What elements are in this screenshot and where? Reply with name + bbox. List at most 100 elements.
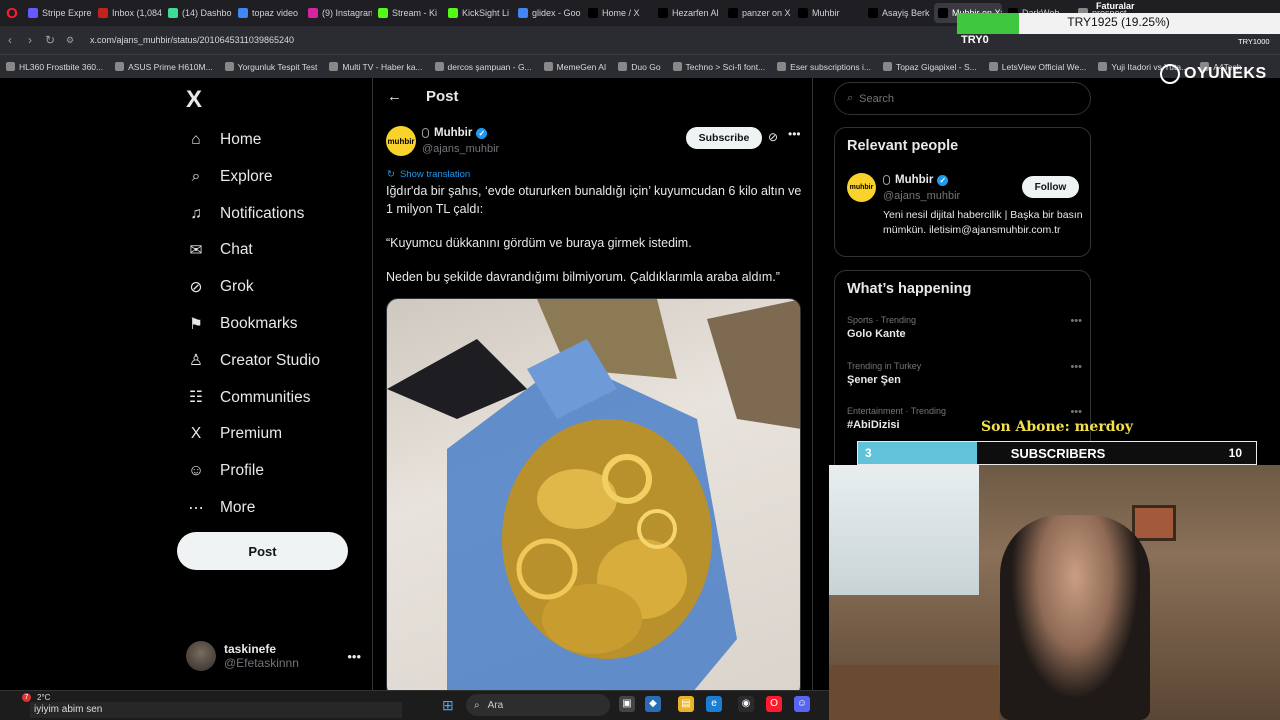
tab-label: Muhbir <box>812 8 840 18</box>
tab-favicon-icon <box>448 8 458 18</box>
browser-tab[interactable]: Inbox (1,084 <box>94 3 162 23</box>
nav-item-communities[interactable]: ☷ Communities <box>186 383 310 413</box>
bookmark-item[interactable]: dercos şampuan - G... <box>434 62 532 72</box>
bookmark-item[interactable]: ASUS Prime H610M... <box>115 62 213 72</box>
nav-item-more[interactable]: ⋯ More <box>186 493 255 523</box>
faturalar-label: Faturalar <box>1096 1 1135 11</box>
oyuneks-logo: OYUNEKS <box>1160 64 1267 84</box>
trend-item[interactable]: Trending in Turkey Şener Şen ••• <box>847 361 1082 386</box>
browser-tab[interactable]: Stripe Expre <box>24 3 92 23</box>
more-dots-icon[interactable]: ••• <box>1070 406 1082 418</box>
bookmark-label: MemeGen AI <box>556 61 607 72</box>
browser-tab[interactable]: (9) Instagran <box>304 3 372 23</box>
browser-tab[interactable]: Hezarfen Al <box>654 3 722 23</box>
edge-icon[interactable]: e <box>706 696 722 712</box>
back-icon[interactable]: ‹ <box>0 33 20 47</box>
left-navigation: X ⌂ Home ⌕ Explore ♫ Notifications ✉ Chat ⊘ Grok ⚑… <box>176 78 366 690</box>
author-name: Muhbir <box>434 127 473 139</box>
trend-item[interactable]: Sports · Trending Golo Kante ••• <box>847 315 1082 340</box>
bookmark-favicon-icon <box>1098 62 1108 71</box>
windows-start-icon[interactable]: ⊞ <box>442 697 454 714</box>
site-info-icon[interactable]: ⚙ <box>60 35 80 46</box>
back-arrow-icon[interactable]: ← <box>387 88 402 105</box>
nav-item-profile[interactable]: ☺ Profile <box>186 456 264 486</box>
bookmark-item[interactable]: Techno > Sci-fi font... <box>672 62 765 72</box>
url-field[interactable]: x.com/ajans_muhbir/status/20106453110398… <box>90 35 294 45</box>
discord-icon[interactable]: ☺ <box>794 696 810 712</box>
subscribe-button[interactable]: Subscribe <box>686 127 762 149</box>
task-view-icon[interactable]: ▣ <box>619 696 635 712</box>
follow-button[interactable]: Follow <box>1022 176 1079 198</box>
webcam-wall-picture <box>1132 505 1176 541</box>
browser-tab[interactable]: topaz video <box>234 3 302 23</box>
post-paragraph: “Kuyumcu dükkanını gördüm ve buraya girm… <box>386 236 692 250</box>
whats-happening-title: What’s happening <box>847 281 972 297</box>
show-translation-link[interactable]: ↻ Show translation <box>387 169 470 180</box>
author-avatar[interactable]: muhbir <box>386 126 416 156</box>
nav-item-premium[interactable]: X Premium <box>186 419 282 449</box>
opera-logo-icon[interactable]: O <box>0 0 24 26</box>
grok-icon[interactable]: ⊘ <box>768 130 778 144</box>
file-explorer-icon[interactable]: ▤ <box>678 696 694 712</box>
person-bio: Yeni nesil dijital habercilik | Başka bi… <box>883 209 1083 236</box>
search-box[interactable]: ⌕ <box>834 82 1091 115</box>
browser-tab[interactable]: KickSight Li <box>444 3 512 23</box>
browser-tab[interactable]: (14) Dashbo <box>164 3 232 23</box>
browser-tab[interactable]: Muhbir <box>794 3 862 23</box>
tab-favicon-icon <box>28 8 38 18</box>
browser-tab[interactable]: Home / X <box>584 3 652 23</box>
post-media-video[interactable] <box>386 298 801 690</box>
browser-tab[interactable]: panzer on X <box>724 3 792 23</box>
bookmark-item[interactable]: Eser subscriptions i... <box>777 62 871 72</box>
tab-favicon-icon <box>658 8 668 18</box>
bookmark-item[interactable]: Yorgunluk Tespit Test <box>224 62 317 72</box>
nav-item-grok[interactable]: ⊘ Grok <box>186 272 254 302</box>
person-name-row[interactable]: Muhbir ✓ <box>883 174 949 186</box>
tab-label: Stripe Expre <box>42 8 92 18</box>
bookmark-item[interactable]: Duo Go <box>618 62 661 72</box>
nav-item-label: Chat <box>220 241 253 259</box>
browser-tab[interactable]: Asayiş Berk <box>864 3 932 23</box>
search-input[interactable] <box>859 92 1070 105</box>
weather-widget[interactable]: 7 2°C <box>22 693 50 702</box>
browser-tab[interactable]: glidex - Goo <box>514 3 582 23</box>
author-handle[interactable]: @ajans_muhbir <box>422 143 499 155</box>
reload-icon[interactable]: ↻ <box>40 33 60 47</box>
steam-icon[interactable]: ◉ <box>738 696 754 712</box>
tab-label: Inbox (1,084 <box>112 8 162 18</box>
nav-item-notifications[interactable]: ♫ Notifications <box>186 199 304 229</box>
post-button[interactable]: Post <box>177 532 348 570</box>
nav-item-home[interactable]: ⌂ Home <box>186 125 261 155</box>
bookmark-item[interactable]: Multi TV - Haber ka... <box>329 62 423 72</box>
nav-item-bookmarks[interactable]: ⚑ Bookmarks <box>186 309 297 339</box>
nav-item-label: Creator Studio <box>220 351 320 369</box>
bookmark-favicon-icon <box>434 62 444 71</box>
nav-item-chat[interactable]: ✉ Chat <box>186 235 253 265</box>
tab-favicon-icon <box>238 8 248 18</box>
subscriber-goal-bar: 3 SUBSCRIBERS 10 <box>857 441 1257 465</box>
nav-item-explore[interactable]: ⌕ Explore <box>186 162 273 192</box>
bookmark-item[interactable]: HL360 Frostbite 360... <box>6 62 103 72</box>
opera-icon[interactable]: O <box>766 696 782 712</box>
bookmark-item[interactable]: MemeGen AI <box>543 61 607 72</box>
taskbar-search[interactable]: ⌕ Ara <box>466 694 610 716</box>
nav-item-creator-studio[interactable]: ♙ Creator Studio <box>186 346 320 376</box>
bookmark-label: ASUS Prime H610M... <box>128 61 213 72</box>
bookmark-item[interactable]: Topaz Gigapixel - S... <box>882 61 977 72</box>
copilot-icon[interactable]: ◆ <box>645 696 661 712</box>
more-dots-icon[interactable]: ••• <box>788 127 801 141</box>
browser-tab[interactable]: Stream - Ki <box>374 3 442 23</box>
more-dots-icon[interactable]: ••• <box>1070 315 1082 327</box>
account-switcher[interactable]: taskinefe @Efetaskinnn ••• <box>186 636 361 676</box>
more-dots-icon[interactable]: ••• <box>1070 361 1082 373</box>
streamer-silhouette <box>1000 515 1150 720</box>
bookmark-item[interactable]: LetsView Official We... <box>988 62 1086 72</box>
forward-icon[interactable]: › <box>20 33 40 47</box>
bookmark-label: Topaz Gigapixel - S... <box>895 61 977 72</box>
author-name-row[interactable]: Muhbir ✓ <box>422 127 488 139</box>
more-dots-icon[interactable]: ••• <box>347 649 361 664</box>
person-handle[interactable]: @ajans_muhbir <box>883 190 960 202</box>
bell-icon: ♫ <box>190 204 202 222</box>
x-logo-icon[interactable]: X <box>186 86 202 114</box>
person-avatar[interactable]: muhbir <box>847 173 876 202</box>
